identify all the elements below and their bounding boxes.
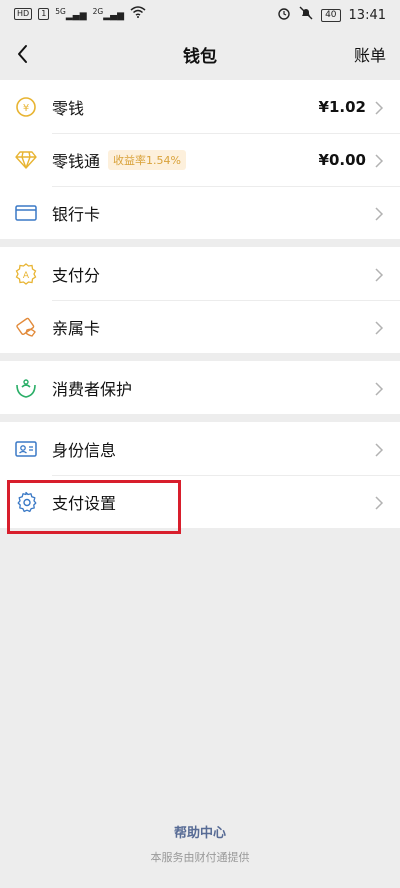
alarm-icon <box>277 6 291 24</box>
hd-badge: HD <box>14 8 33 20</box>
consumer-protect-icon <box>14 376 38 400</box>
balance-value: ¥1.02 <box>318 97 366 116</box>
svg-text:A: A <box>23 271 30 281</box>
svg-text:¥: ¥ <box>23 103 29 114</box>
highlight-box <box>7 480 181 534</box>
bank-card-icon <box>14 201 38 225</box>
row-bank-card[interactable]: 银行卡 <box>0 186 400 239</box>
signal-2g-icon: 2G▂▄▆ <box>92 7 124 21</box>
family-card-icon <box>14 315 38 339</box>
row-label: 身份信息 <box>52 440 117 460</box>
chevron-right-icon <box>374 442 384 457</box>
row-lingqiantong[interactable]: 零钱通 收益率1.54% ¥0.00 <box>0 133 400 186</box>
chevron-right-icon <box>374 100 384 115</box>
row-label: 消费者保护 <box>52 379 133 399</box>
chevron-right-icon <box>374 381 384 396</box>
coin-icon: ¥ <box>14 95 38 119</box>
provider-note: 本服务由财付通提供 <box>150 851 250 864</box>
wallet-group-balance: ¥ 零钱 ¥1.02 零钱通 收益率1.54% ¥0.00 银行卡 <box>0 80 400 239</box>
row-label: 零钱通 <box>52 151 101 171</box>
mute-icon <box>299 6 313 24</box>
row-pay-score[interactable]: A 支付分 <box>0 247 400 300</box>
wifi-icon <box>130 6 146 22</box>
bill-button[interactable]: 账单 <box>354 42 386 66</box>
diamond-icon <box>14 148 38 172</box>
row-balance[interactable]: ¥ 零钱 ¥1.02 <box>0 80 400 133</box>
status-time: 13:41 <box>348 7 386 23</box>
row-family-card[interactable]: 亲属卡 <box>0 300 400 353</box>
nav-bar: 钱包 账单 <box>0 28 400 80</box>
row-identity[interactable]: 身份信息 <box>0 422 400 475</box>
status-right: 40 13:41 <box>277 6 386 24</box>
battery-icon: 40 <box>321 8 341 22</box>
chevron-right-icon <box>374 267 384 282</box>
wallet-group-credit: A 支付分 亲属卡 <box>0 247 400 353</box>
status-left: HD 1 5G▂▄▆ 2G▂▄▆ <box>14 6 146 22</box>
help-center-link[interactable]: 帮助中心 <box>0 822 400 841</box>
lingqiantong-value: ¥0.00 <box>318 150 366 169</box>
identity-icon <box>14 437 38 461</box>
chevron-right-icon <box>374 495 384 510</box>
row-label: 银行卡 <box>52 204 101 224</box>
row-label: 亲属卡 <box>52 318 101 338</box>
row-consumer-protection[interactable]: 消费者保护 <box>0 361 400 414</box>
chevron-right-icon <box>374 153 384 168</box>
pay-score-icon: A <box>14 262 38 286</box>
sim-badge: 1 <box>38 8 50 20</box>
signal-5g-icon: 5G▂▄▆ <box>55 7 87 21</box>
page-title: 钱包 <box>183 47 217 67</box>
wallet-group-protection: 消费者保护 <box>0 361 400 414</box>
yield-badge: 收益率1.54% <box>108 149 186 170</box>
chevron-right-icon <box>374 320 384 335</box>
status-bar: HD 1 5G▂▄▆ 2G▂▄▆ 40 13:41 <box>0 0 400 28</box>
row-label: 支付分 <box>52 265 101 285</box>
chevron-right-icon <box>374 206 384 221</box>
footer: 帮助中心 本服务由财付通提供 <box>0 822 400 865</box>
row-label: 零钱 <box>52 98 85 118</box>
